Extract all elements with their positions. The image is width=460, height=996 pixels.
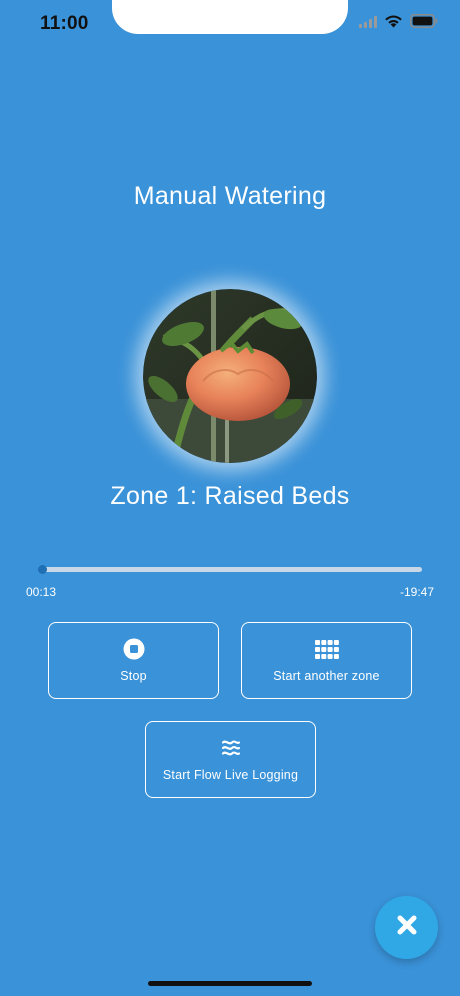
page-title: Manual Watering	[133, 182, 327, 210]
progress-thumb[interactable]	[38, 565, 48, 574]
status-bar: 11:00	[0, 0, 460, 48]
wifi-icon	[384, 14, 403, 28]
battery-icon	[410, 14, 438, 28]
progress-bar[interactable]	[38, 565, 422, 574]
close-icon	[396, 914, 418, 941]
start-flow-live-logging-label: Start Flow Live Logging	[162, 768, 299, 782]
start-another-zone-label: Start another zone	[273, 669, 380, 683]
manual-watering-screen: 11:00 Manual Watering Zone 1: Raised Bed…	[0, 0, 460, 996]
stop-label: Stop	[120, 669, 147, 683]
stop-button[interactable]: Stop	[48, 622, 219, 699]
notch	[112, 0, 348, 34]
status-icons	[359, 14, 438, 28]
home-indicator[interactable]	[148, 981, 312, 986]
stop-circle-icon	[123, 638, 145, 660]
zone-name: Zone 1: Raised Beds	[110, 482, 350, 510]
waves-icon	[221, 737, 241, 759]
grid-icon	[314, 638, 339, 660]
zone-photo	[143, 289, 317, 463]
close-button[interactable]	[375, 896, 438, 959]
signal-icon	[359, 14, 377, 28]
elapsed-time: 00:13	[26, 585, 57, 599]
start-flow-live-logging-button[interactable]: Start Flow Live Logging	[145, 721, 316, 798]
status-time: 11:00	[40, 13, 89, 34]
remaining-time: -19:47	[399, 585, 434, 599]
start-another-zone-button[interactable]: Start another zone	[241, 622, 412, 699]
